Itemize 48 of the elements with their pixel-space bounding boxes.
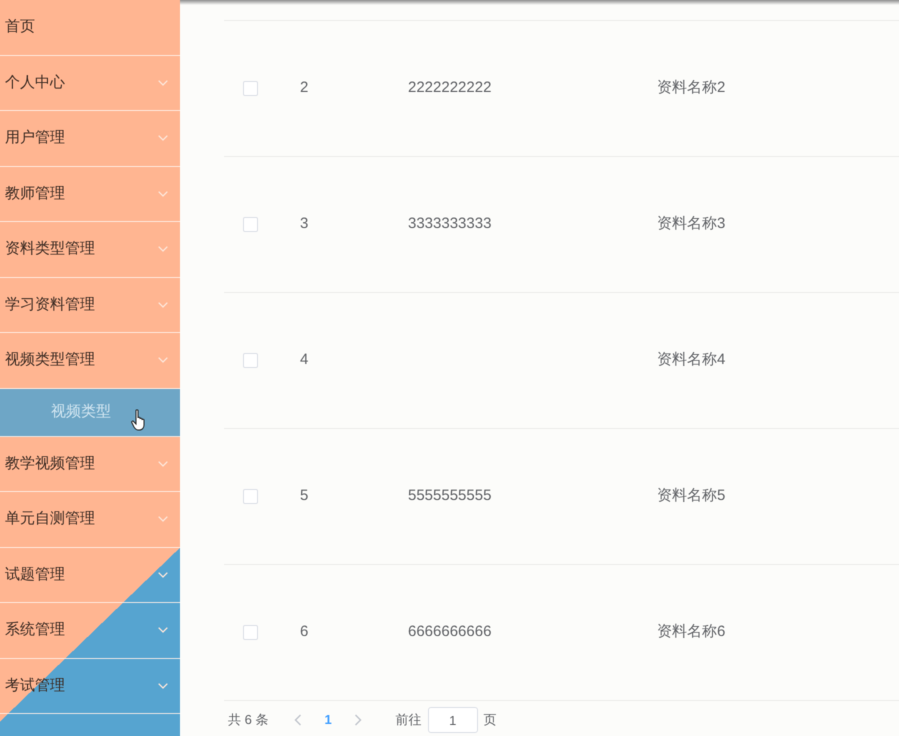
row-checkbox[interactable] [243,353,258,368]
chevron-down-icon [158,516,168,522]
chevron-down-icon [158,572,168,578]
chevron-down-icon [158,460,168,467]
hand-cursor-icon [131,408,147,430]
table-cell: 资料名称6 [657,623,726,640]
sidebar-menu-item[interactable]: 学习资料管理 [0,278,180,333]
sidebar-menu-item[interactable]: 考试管理 [0,658,180,714]
sidebar-menu-item[interactable]: 资料类型管理 [0,222,180,278]
table-cell: 2222222222 [408,79,492,96]
row-checkbox[interactable] [243,625,258,640]
sidebar-menu-item[interactable]: 个人中心 [0,56,180,111]
chevron-down-icon [158,627,168,634]
chevron-right-icon [354,714,362,726]
table-cell: 2 [300,79,308,96]
sidebar-menu-item[interactable]: 教师管理 [0,166,180,222]
page-input-field[interactable]: 1 [428,707,478,733]
table-cell: 资料名称3 [657,215,726,232]
goto-label: 前往 [396,711,422,730]
total-count-label: 共 6 条 [228,711,268,730]
chevron-down-icon [158,302,168,308]
table-cell: 5555555555 [408,487,492,504]
table-cell: 3 [300,215,308,232]
table-cell: 3333333333 [408,215,492,232]
sidebar-menu-item[interactable]: 系统管理 [0,603,180,658]
row-checkbox[interactable] [243,217,258,232]
sidebar-menu-item[interactable]: 单元自测管理 [0,492,180,548]
row-checkbox[interactable] [243,489,258,504]
table-cell: 4 [300,351,308,368]
chevron-down-icon [158,682,168,689]
table-cell: 6666666666 [408,623,492,640]
chevron-down-icon [158,80,168,86]
table-cell: 5 [300,487,308,504]
table-cell: 资料名称5 [657,487,726,504]
sidebar-menu-item[interactable]: 用户管理 [0,111,180,166]
row-checkbox[interactable] [243,81,258,96]
chevron-down-icon [158,246,168,252]
sidebar-menu-item[interactable]: 教学视频管理 [0,436,180,492]
chevron-down-icon [158,190,168,197]
table-cell: 6 [300,623,308,640]
table-cell: 资料名称4 [657,351,726,368]
page-suffix-label: 页 [484,711,497,730]
chevron-down-icon [158,357,168,364]
table-cell: 资料名称2 [657,79,726,96]
chevron-down-icon [158,135,168,142]
sidebar-menu-item[interactable]: 首页 [0,0,180,56]
sidebar-menu-item[interactable]: 试题管理 [0,548,180,603]
chevron-left-icon [294,714,302,726]
